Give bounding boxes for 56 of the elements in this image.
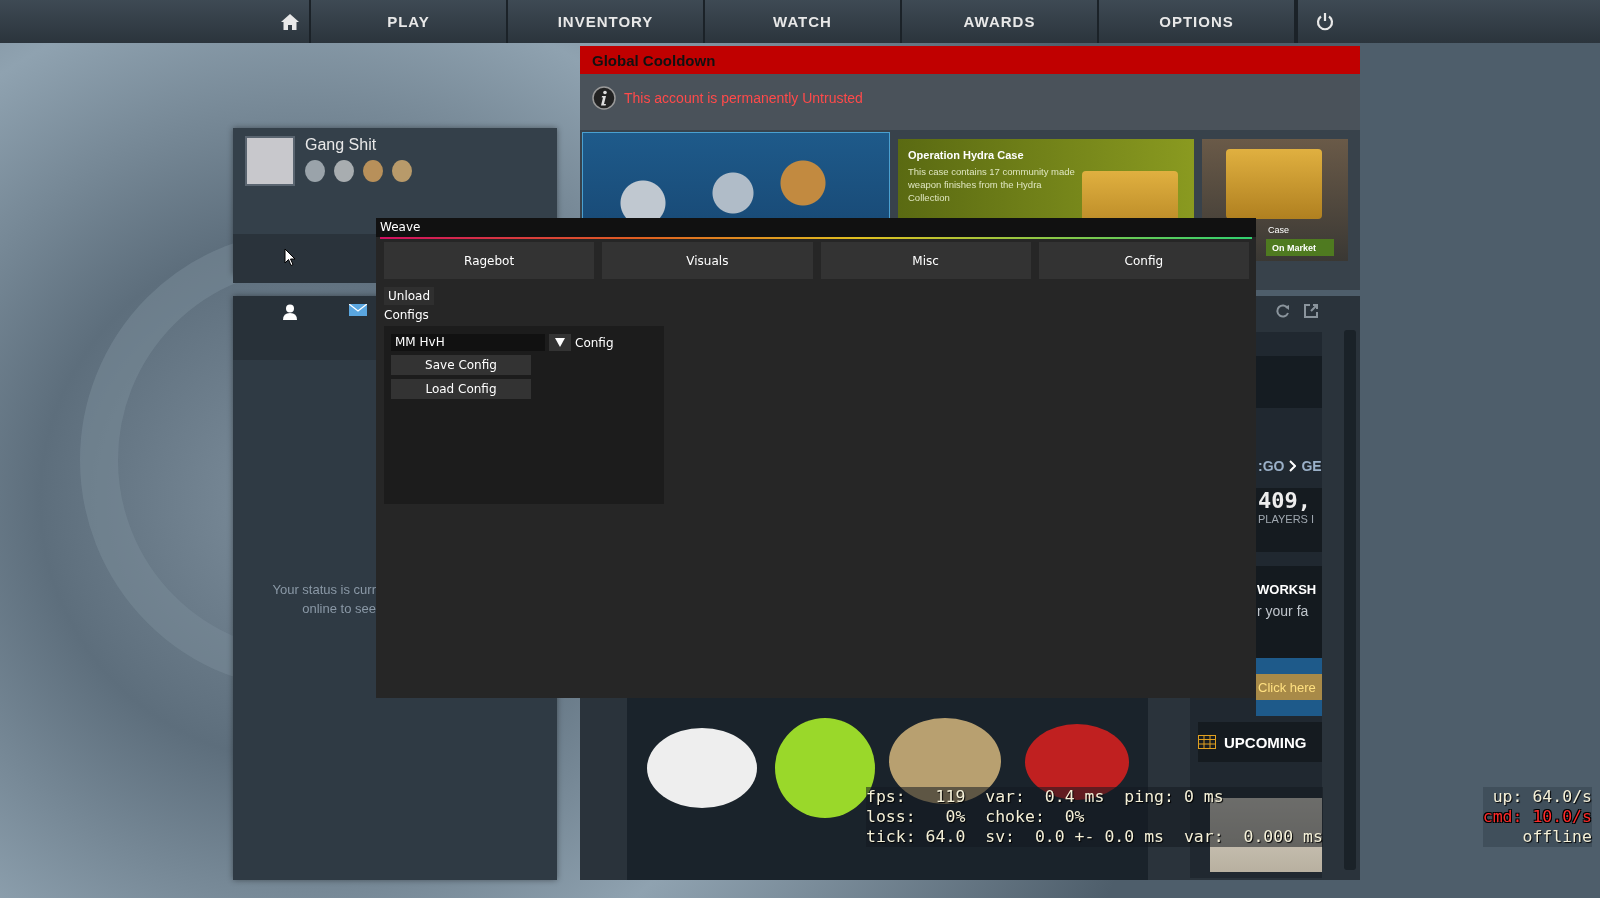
window-title: Weave bbox=[376, 218, 1256, 237]
section-label: Configs bbox=[384, 308, 429, 322]
nav-tab[interactable]: INVENTORY bbox=[508, 0, 705, 43]
nav-tab[interactable]: OPTIONS bbox=[1099, 0, 1296, 43]
unload-button[interactable]: Unload bbox=[384, 287, 435, 305]
news-image bbox=[1256, 356, 1322, 408]
refresh-icon[interactable] bbox=[1276, 304, 1290, 318]
netgraph-text: up: 64.0/s bbox=[1491, 787, 1592, 807]
medal-icon bbox=[363, 160, 383, 182]
upcoming-title: UPCOMING bbox=[1224, 733, 1307, 751]
breadcrumb-link[interactable]: GE bbox=[1301, 458, 1322, 474]
tab[interactable]: Ragebot bbox=[384, 242, 595, 279]
market-button[interactable]: On Market bbox=[1266, 239, 1334, 256]
netgraph-text: fps: 119 var: 0.4 ms ping: 0 ms bbox=[866, 787, 1225, 807]
config-dropdown[interactable]: MM HvH bbox=[391, 334, 545, 351]
case-description: This case contains 17 community made weapon finishes from the Hydra Collection bbox=[908, 165, 1076, 204]
netgraph-text: cmd: 10.0/s bbox=[1482, 807, 1592, 827]
player-count: 409, bbox=[1258, 488, 1312, 513]
player-name: Gang Shit bbox=[305, 136, 378, 154]
external-link-icon[interactable] bbox=[1304, 304, 1318, 318]
netgraph-text: tick: 64.0 sv: 0.0 +- 0.0 ms var: 0.000 ms bbox=[866, 827, 1323, 847]
mail-icon[interactable] bbox=[349, 304, 367, 316]
cursor-icon bbox=[284, 248, 296, 267]
netgraph-text: loss: 0% choke: 0% bbox=[866, 807, 1086, 827]
chevron-icon bbox=[1289, 460, 1297, 472]
dropdown-arrow-icon bbox=[555, 338, 565, 347]
status-text: online to see bbox=[301, 600, 376, 618]
dropdown-label: Config bbox=[575, 335, 614, 350]
dropdown-button[interactable] bbox=[549, 334, 571, 351]
nav-tab[interactable]: WATCH bbox=[705, 0, 902, 43]
alert-title: Global Cooldown bbox=[580, 46, 1360, 74]
home-icon bbox=[280, 12, 300, 31]
nav-tab[interactable]: AWARDS bbox=[902, 0, 1099, 43]
medal-icon bbox=[392, 160, 412, 182]
tab[interactable]: Config bbox=[1038, 242, 1249, 279]
medal-icon bbox=[334, 160, 354, 182]
medal-icon bbox=[305, 160, 325, 182]
workshop-title: WORKSH bbox=[1256, 582, 1318, 597]
case-title: Operation Hydra Case bbox=[908, 149, 1025, 161]
tab[interactable]: Visuals bbox=[602, 242, 813, 279]
avatar-image bbox=[245, 136, 295, 186]
nav-tab[interactable]: PLAY bbox=[311, 0, 508, 43]
netgraph-text: offline bbox=[1521, 827, 1592, 847]
config-button[interactable]: Save Config bbox=[391, 355, 531, 375]
config-button[interactable]: Load Config bbox=[391, 379, 531, 399]
status-text: Your status is curr bbox=[271, 581, 376, 599]
person-icon[interactable] bbox=[283, 304, 297, 320]
tab[interactable]: Misc bbox=[820, 242, 1031, 279]
info-icon bbox=[592, 86, 616, 110]
workshop-text: r your fa bbox=[1256, 603, 1310, 619]
calendar-icon bbox=[1198, 735, 1216, 749]
power-icon bbox=[1315, 11, 1335, 32]
case-label: Case bbox=[1268, 225, 1289, 235]
player-count-label: PLAYERS I bbox=[1258, 513, 1316, 525]
breadcrumb-link[interactable]: :GO bbox=[1258, 458, 1285, 474]
alert-message: This account is permanently Untrusted bbox=[624, 90, 863, 106]
